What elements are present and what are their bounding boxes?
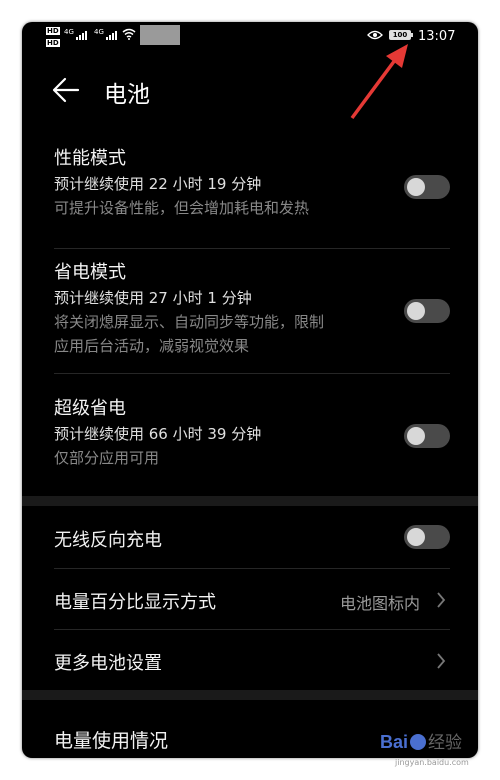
power-saving-mode-title: 省电模式 [54, 262, 126, 283]
network-type-1: 4G [64, 28, 74, 36]
page-title: 电池 [104, 82, 150, 108]
performance-mode-item[interactable]: 性能模式 预计继续使用 22 小时 19 分钟 可提升设备性能，但会增加耗电和发… [54, 146, 450, 220]
hd-badge-1: HD [46, 27, 60, 35]
watermark-jingyan: 经验 [428, 733, 463, 753]
section-separator [22, 690, 478, 700]
toggle-knob [407, 528, 425, 546]
percent-display-value[interactable]: 电池图标内 [340, 590, 420, 614]
phone-screen: HD HD 4G 4G 100 13:07 电池 性能模式 预计继续使用 22 … [22, 22, 478, 758]
ultra-power-saving-estimate: 预计继续使用 66 小时 39 分钟 [54, 425, 262, 443]
power-saving-mode-description-line2: 应用后台活动，减弱视觉效果 [54, 337, 250, 355]
power-saving-mode-estimate: 预计继续使用 27 小时 1 分钟 [54, 289, 252, 307]
eye-comfort-icon [367, 30, 383, 40]
power-saving-mode-toggle[interactable] [404, 299, 450, 323]
back-arrow-icon[interactable] [52, 77, 80, 103]
signal-bars-2-icon [106, 31, 117, 40]
performance-mode-title: 性能模式 [54, 148, 126, 169]
watermark-logo: Bai 经验 [380, 728, 462, 753]
performance-mode-estimate: 预计继续使用 22 小时 19 分钟 [54, 175, 262, 193]
toggle-knob [407, 302, 425, 320]
wifi-icon [122, 28, 136, 40]
power-saving-mode-item[interactable]: 省电模式 预计继续使用 27 小时 1 分钟 将关闭熄屏显示、自动同步等功能，限… [54, 260, 450, 358]
app-bar: 电池 [22, 70, 478, 112]
more-battery-settings-label[interactable]: 更多电池设置 [54, 649, 162, 675]
toggle-knob [407, 178, 425, 196]
battery-cap [411, 33, 413, 37]
clock: 13:07 [418, 29, 456, 44]
blurred-region [140, 25, 180, 45]
ultra-power-saving-item[interactable]: 超级省电 预计继续使用 66 小时 39 分钟 仅部分应用可用 [54, 396, 450, 470]
paw-icon [410, 734, 427, 750]
reverse-charge-label[interactable]: 无线反向充电 [54, 526, 162, 552]
ultra-power-saving-title: 超级省电 [54, 398, 126, 419]
percent-display-label[interactable]: 电量百分比显示方式 [54, 588, 216, 614]
performance-mode-toggle[interactable] [404, 175, 450, 199]
ultra-power-saving-toggle[interactable] [404, 424, 450, 448]
toggle-knob [407, 427, 425, 445]
network-type-2: 4G [94, 28, 104, 36]
divider [54, 568, 450, 569]
battery-usage-title: 电量使用情况 [54, 730, 169, 752]
section-separator [22, 496, 478, 506]
watermark-brand: Bai [380, 732, 409, 752]
chevron-right-icon[interactable] [436, 652, 446, 670]
chevron-right-icon[interactable] [436, 591, 446, 609]
signal-bars-1-icon [76, 31, 87, 40]
divider [54, 248, 450, 249]
performance-mode-description: 可提升设备性能，但会增加耗电和发热 [54, 199, 310, 217]
ultra-power-saving-description: 仅部分应用可用 [54, 449, 160, 467]
divider [54, 629, 450, 630]
power-saving-mode-description-line1: 将关闭熄屏显示、自动同步等功能，限制 [54, 313, 325, 331]
battery-icon: 100 [389, 30, 411, 40]
reverse-charge-toggle[interactable] [404, 525, 450, 549]
divider [54, 373, 450, 374]
hd-badge-2: HD [46, 39, 60, 47]
watermark-url: jingyan.baidu.com [395, 758, 469, 767]
